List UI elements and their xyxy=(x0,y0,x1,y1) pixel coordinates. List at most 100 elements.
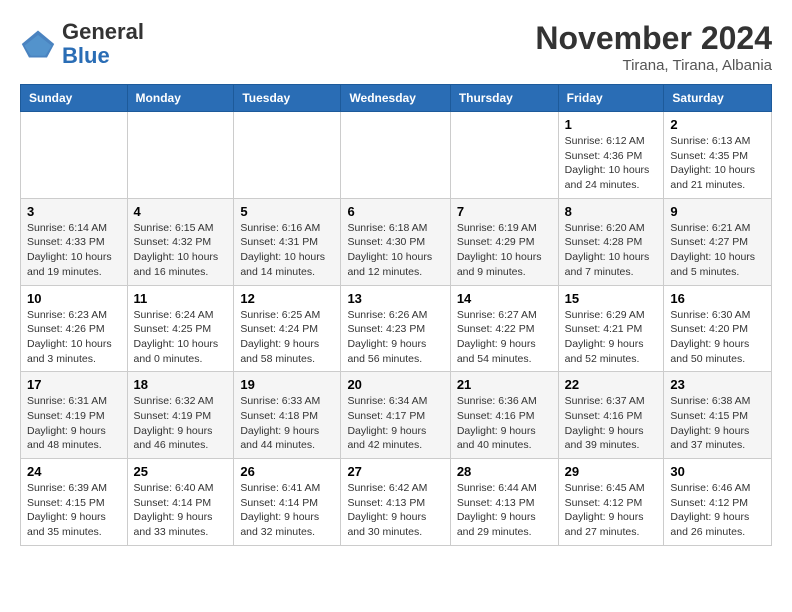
logo-text: General Blue xyxy=(62,20,144,68)
calendar-cell: 2 Sunrise: 6:13 AM Sunset: 4:35 PM Daylig… xyxy=(664,112,772,199)
day-info: Sunrise: 6:34 AM Sunset: 4:17 PM Dayligh… xyxy=(347,394,443,453)
day-info: Sunrise: 6:40 AM Sunset: 4:14 PM Dayligh… xyxy=(134,481,228,540)
day-info: Sunrise: 6:39 AM Sunset: 4:15 PM Dayligh… xyxy=(27,481,121,540)
calendar-cell xyxy=(234,112,341,199)
calendar-cell: 6 Sunrise: 6:18 AM Sunset: 4:30 PM Daylig… xyxy=(341,198,450,285)
calendar-week-row: 24 Sunrise: 6:39 AM Sunset: 4:15 PM Dayli… xyxy=(21,459,772,546)
day-number: 27 xyxy=(347,464,443,479)
calendar-cell: 24 Sunrise: 6:39 AM Sunset: 4:15 PM Dayli… xyxy=(21,459,128,546)
month-title: November 2024 xyxy=(535,20,772,57)
calendar-cell: 27 Sunrise: 6:42 AM Sunset: 4:13 PM Dayli… xyxy=(341,459,450,546)
day-number: 13 xyxy=(347,291,443,306)
day-number: 18 xyxy=(134,377,228,392)
calendar-cell xyxy=(341,112,450,199)
day-number: 25 xyxy=(134,464,228,479)
day-number: 28 xyxy=(457,464,552,479)
day-info: Sunrise: 6:32 AM Sunset: 4:19 PM Dayligh… xyxy=(134,394,228,453)
calendar-cell: 30Sunrise: 6:46 AM Sunset: 4:12 PM Dayli… xyxy=(664,459,772,546)
calendar-cell xyxy=(21,112,128,199)
day-info: Sunrise: 6:24 AM Sunset: 4:25 PM Dayligh… xyxy=(134,308,228,367)
day-number: 9 xyxy=(670,204,765,219)
calendar-cell: 29 Sunrise: 6:45 AM Sunset: 4:12 PM Dayli… xyxy=(558,459,664,546)
day-number: 10 xyxy=(27,291,121,306)
calendar-cell: 26 Sunrise: 6:41 AM Sunset: 4:14 PM Dayli… xyxy=(234,459,341,546)
day-number: 8 xyxy=(565,204,658,219)
col-header-saturday: Saturday xyxy=(664,85,772,112)
day-number: 29 xyxy=(565,464,658,479)
calendar-cell: 28 Sunrise: 6:44 AM Sunset: 4:13 PM Dayli… xyxy=(450,459,558,546)
day-info: Sunrise: 6:25 AM Sunset: 4:24 PM Dayligh… xyxy=(240,308,334,367)
day-info: Sunrise: 6:44 AM Sunset: 4:13 PM Dayligh… xyxy=(457,481,552,540)
col-header-tuesday: Tuesday xyxy=(234,85,341,112)
day-number: 1 xyxy=(565,117,658,132)
day-info: Sunrise: 6:46 AM Sunset: 4:12 PM Dayligh… xyxy=(670,481,765,540)
day-info: Sunrise: 6:29 AM Sunset: 4:21 PM Dayligh… xyxy=(565,308,658,367)
calendar-cell: 4Sunrise: 6:15 AM Sunset: 4:32 PM Daylig… xyxy=(127,198,234,285)
day-number: 2 xyxy=(670,117,765,132)
calendar-cell: 12 Sunrise: 6:25 AM Sunset: 4:24 PM Dayli… xyxy=(234,285,341,372)
col-header-monday: Monday xyxy=(127,85,234,112)
calendar-cell: 17Sunrise: 6:31 AM Sunset: 4:19 PM Dayli… xyxy=(21,372,128,459)
calendar-cell: 22Sunrise: 6:37 AM Sunset: 4:16 PM Dayli… xyxy=(558,372,664,459)
day-number: 6 xyxy=(347,204,443,219)
calendar-table: SundayMondayTuesdayWednesdayThursdayFrid… xyxy=(20,84,772,546)
logo-icon xyxy=(20,26,56,62)
calendar-week-row: 1 Sunrise: 6:12 AM Sunset: 4:36 PM Daylig… xyxy=(21,112,772,199)
col-header-wednesday: Wednesday xyxy=(341,85,450,112)
calendar-cell: 11 Sunrise: 6:24 AM Sunset: 4:25 PM Dayli… xyxy=(127,285,234,372)
calendar-cell: 20Sunrise: 6:34 AM Sunset: 4:17 PM Dayli… xyxy=(341,372,450,459)
col-header-sunday: Sunday xyxy=(21,85,128,112)
day-info: Sunrise: 6:41 AM Sunset: 4:14 PM Dayligh… xyxy=(240,481,334,540)
day-info: Sunrise: 6:19 AM Sunset: 4:29 PM Dayligh… xyxy=(457,221,552,280)
day-info: Sunrise: 6:45 AM Sunset: 4:12 PM Dayligh… xyxy=(565,481,658,540)
calendar-week-row: 10 Sunrise: 6:23 AM Sunset: 4:26 PM Dayli… xyxy=(21,285,772,372)
calendar-cell: 25 Sunrise: 6:40 AM Sunset: 4:14 PM Dayli… xyxy=(127,459,234,546)
day-info: Sunrise: 6:12 AM Sunset: 4:36 PM Dayligh… xyxy=(565,134,658,193)
calendar-cell: 5 Sunrise: 6:16 AM Sunset: 4:31 PM Daylig… xyxy=(234,198,341,285)
day-info: Sunrise: 6:42 AM Sunset: 4:13 PM Dayligh… xyxy=(347,481,443,540)
calendar-header-row: SundayMondayTuesdayWednesdayThursdayFrid… xyxy=(21,85,772,112)
calendar-cell: 3Sunrise: 6:14 AM Sunset: 4:33 PM Daylig… xyxy=(21,198,128,285)
calendar-cell: 8Sunrise: 6:20 AM Sunset: 4:28 PM Daylig… xyxy=(558,198,664,285)
day-number: 5 xyxy=(240,204,334,219)
calendar-cell: 16 Sunrise: 6:30 AM Sunset: 4:20 PM Dayli… xyxy=(664,285,772,372)
calendar-cell: 7 Sunrise: 6:19 AM Sunset: 4:29 PM Daylig… xyxy=(450,198,558,285)
calendar-week-row: 17Sunrise: 6:31 AM Sunset: 4:19 PM Dayli… xyxy=(21,372,772,459)
day-number: 12 xyxy=(240,291,334,306)
day-number: 26 xyxy=(240,464,334,479)
day-info: Sunrise: 6:14 AM Sunset: 4:33 PM Dayligh… xyxy=(27,221,121,280)
page-header: General Blue November 2024 Tirana, Tiran… xyxy=(20,20,772,74)
logo: General Blue xyxy=(20,20,144,68)
day-info: Sunrise: 6:37 AM Sunset: 4:16 PM Dayligh… xyxy=(565,394,658,453)
calendar-cell xyxy=(127,112,234,199)
col-header-thursday: Thursday xyxy=(450,85,558,112)
day-info: Sunrise: 6:18 AM Sunset: 4:30 PM Dayligh… xyxy=(347,221,443,280)
day-info: Sunrise: 6:30 AM Sunset: 4:20 PM Dayligh… xyxy=(670,308,765,367)
day-info: Sunrise: 6:23 AM Sunset: 4:26 PM Dayligh… xyxy=(27,308,121,367)
day-number: 24 xyxy=(27,464,121,479)
calendar-cell: 15 Sunrise: 6:29 AM Sunset: 4:21 PM Dayli… xyxy=(558,285,664,372)
logo-blue: Blue xyxy=(62,43,110,68)
day-number: 14 xyxy=(457,291,552,306)
day-number: 16 xyxy=(670,291,765,306)
day-info: Sunrise: 6:36 AM Sunset: 4:16 PM Dayligh… xyxy=(457,394,552,453)
calendar-cell xyxy=(450,112,558,199)
day-number: 4 xyxy=(134,204,228,219)
day-number: 19 xyxy=(240,377,334,392)
day-number: 11 xyxy=(134,291,228,306)
calendar-cell: 18 Sunrise: 6:32 AM Sunset: 4:19 PM Dayli… xyxy=(127,372,234,459)
calendar-cell: 10 Sunrise: 6:23 AM Sunset: 4:26 PM Dayli… xyxy=(21,285,128,372)
day-number: 23 xyxy=(670,377,765,392)
day-info: Sunrise: 6:16 AM Sunset: 4:31 PM Dayligh… xyxy=(240,221,334,280)
calendar-week-row: 3Sunrise: 6:14 AM Sunset: 4:33 PM Daylig… xyxy=(21,198,772,285)
day-info: Sunrise: 6:21 AM Sunset: 4:27 PM Dayligh… xyxy=(670,221,765,280)
calendar-cell: 13 Sunrise: 6:26 AM Sunset: 4:23 PM Dayli… xyxy=(341,285,450,372)
calendar-cell: 23Sunrise: 6:38 AM Sunset: 4:15 PM Dayli… xyxy=(664,372,772,459)
day-number: 7 xyxy=(457,204,552,219)
day-info: Sunrise: 6:26 AM Sunset: 4:23 PM Dayligh… xyxy=(347,308,443,367)
day-number: 15 xyxy=(565,291,658,306)
calendar-cell: 9 Sunrise: 6:21 AM Sunset: 4:27 PM Daylig… xyxy=(664,198,772,285)
day-info: Sunrise: 6:27 AM Sunset: 4:22 PM Dayligh… xyxy=(457,308,552,367)
title-area: November 2024 Tirana, Tirana, Albania xyxy=(535,20,772,74)
day-info: Sunrise: 6:13 AM Sunset: 4:35 PM Dayligh… xyxy=(670,134,765,193)
